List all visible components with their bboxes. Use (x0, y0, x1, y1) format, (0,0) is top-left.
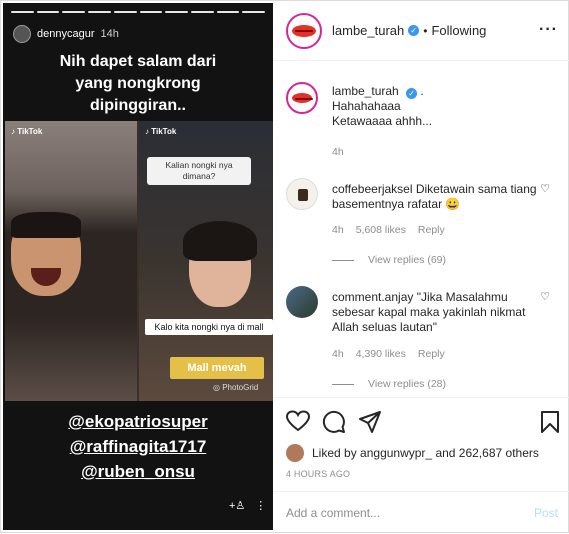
story-username: dennycagur (37, 28, 95, 40)
mention-link[interactable]: @raffinagita1717 (3, 434, 273, 459)
comment-likes[interactable]: 5,608 likes (356, 224, 406, 236)
question-bubble: Kalian nongki nya dimana? (147, 157, 251, 185)
save-bookmark-icon[interactable] (540, 410, 560, 434)
laughing-man-figure (11, 212, 81, 296)
caption-meta: 4h (332, 146, 344, 158)
story-caption-line: yang nongkrong (75, 75, 201, 92)
verified-badge-icon: ✓ (406, 88, 418, 99)
mention-link[interactable]: @ekopatriosuper (3, 409, 273, 434)
video-collage: ♪ TikTok ♪ TikTok Kalian nongki nya dima… (5, 121, 273, 401)
story-more-icon: ⋮ (255, 500, 267, 512)
like-heart-icon[interactable] (286, 410, 310, 432)
post-comment-button[interactable]: Post (534, 506, 558, 520)
liked-by-prefix: Liked by (312, 446, 357, 460)
caption-avatar[interactable] (286, 82, 318, 114)
commenter-avatar[interactable] (286, 178, 318, 210)
comment-body: coffebeerjaksel Diketawain sama tiang ba… (332, 182, 537, 212)
story-time: 14h (100, 28, 119, 40)
post-caption: lambe_turah ✓ . Hahahahaaa Ketawaaaa ahh… (286, 82, 558, 162)
mention-link[interactable]: @ruben_onsu (3, 459, 273, 484)
collage-left-photo: ♪ TikTok (5, 121, 137, 401)
post-header: lambe_turah ✓ • Following ··· (274, 1, 569, 61)
comment-meta: 4h 4,390 likes Reply (332, 348, 445, 360)
comment-item: comment.anjay "Jika Masalahmu sebesar ka… (286, 286, 558, 396)
caption-body: lambe_turah ✓ . Hahahahaaa Ketawaaaa ahh… (332, 84, 537, 129)
comment-age: 4h (332, 348, 344, 360)
add-comment-input[interactable] (286, 506, 506, 520)
likes-count[interactable]: and 262,687 others (435, 446, 538, 460)
following-button[interactable]: Following (431, 23, 486, 38)
lips-logo-icon (292, 93, 313, 103)
story-progress-bars (11, 11, 266, 13)
liker-username[interactable]: anggunwypr_ (360, 446, 432, 460)
story-icons: +♙ ⋮ (229, 499, 266, 512)
commenter-username[interactable]: comment.anjay (332, 290, 413, 304)
smiling-woman-figure (183, 221, 257, 307)
comment-item: coffebeerjaksel Diketawain sama tiang ba… (286, 178, 558, 268)
tiktok-watermark: ♪ TikTok (145, 127, 177, 136)
separator-dot: • (423, 23, 428, 38)
answer-bubble: Kalo kita nongki nya di mall (145, 319, 273, 335)
commenter-username[interactable]: coffebeerjaksel (332, 182, 413, 196)
liker-avatar[interactable] (286, 444, 304, 462)
comments-list: lambe_turah ✓ . Hahahahaaa Ketawaaaa ahh… (274, 62, 569, 396)
photogrid-watermark: ◎ PhotoGrid (213, 383, 259, 392)
mall-mevah-label: Mall mevah (170, 357, 264, 379)
reply-button[interactable]: Reply (418, 348, 445, 360)
view-replies-button[interactable]: View replies (69) (332, 254, 446, 266)
comment-meta: 4h 5,608 likes Reply (332, 224, 445, 236)
post-timestamp[interactable]: 4 HOURS AGO (286, 469, 350, 479)
caption-text-line: Hahahahaaa (332, 99, 401, 113)
author-avatar[interactable] (286, 12, 322, 49)
post-actions: Liked by anggunwypr_ and 262,687 others … (274, 397, 569, 487)
story-caption-line: dipinggiran.. (90, 97, 186, 114)
comment-likes[interactable]: 4,390 likes (356, 348, 406, 360)
caption-age: 4h (332, 146, 344, 158)
caption-text-line: Ketawaaaa ahhh... (332, 114, 433, 128)
story-header: dennycagur 14h (13, 25, 119, 43)
post-sidebar: lambe_turah ✓ • Following ··· lambe_tura… (274, 1, 569, 534)
view-replies-button[interactable]: View replies (28) (332, 378, 446, 390)
author-username[interactable]: lambe_turah (332, 23, 404, 38)
comment-bubble-icon[interactable] (322, 410, 346, 434)
comment-age: 4h (332, 224, 344, 236)
reply-button[interactable]: Reply (418, 224, 445, 236)
verified-badge-icon: ✓ (408, 25, 420, 36)
story-mentions: @ekopatriosuper @raffinagita1717 @ruben_… (3, 409, 273, 484)
comment-body: comment.anjay "Jika Masalahmu sebesar ka… (332, 290, 532, 335)
like-comment-heart-icon[interactable]: ♡ (540, 290, 550, 303)
caption-username[interactable]: lambe_turah (332, 84, 399, 98)
story-caption: Nih dapet salam dari yang nongkrong dipi… (3, 51, 273, 117)
lips-logo-icon (292, 24, 316, 37)
add-friend-icon: +♙ (229, 500, 246, 512)
commenter-avatar[interactable] (286, 286, 318, 318)
post-image[interactable]: dennycagur 14h Nih dapet salam dari yang… (3, 3, 273, 530)
add-comment-bar: Post (274, 491, 569, 534)
story-caption-line: Nih dapet salam dari (59, 53, 217, 70)
more-options-icon[interactable]: ··· (539, 21, 558, 39)
story-avatar (13, 25, 31, 43)
likes-summary: Liked by anggunwypr_ and 262,687 others (286, 444, 539, 462)
tiktok-watermark: ♪ TikTok (11, 127, 43, 136)
share-paper-plane-icon[interactable] (358, 410, 382, 434)
like-comment-heart-icon[interactable]: ♡ (540, 182, 550, 195)
post-modal: dennycagur 14h Nih dapet salam dari yang… (0, 0, 569, 533)
